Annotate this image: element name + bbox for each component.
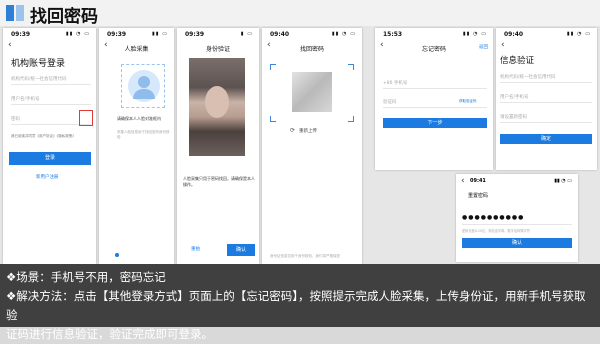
screen-login: 09:39 ▮▮ ◔ ▭ ‹ 机构账号登录 机构代码/统一社会信用代码 用户名/手… <box>3 28 96 264</box>
nav-title: 找回密码 <box>299 46 324 53</box>
agreement-text[interactable]: 我已阅读并同意《用户协议》《隐私政策》 <box>11 134 76 139</box>
password-dots[interactable]: ●●●●●●●●●● <box>462 214 524 221</box>
get-code-link[interactable]: 获取验证码 <box>459 99 477 104</box>
solution-text-continued: 证码进行信息验证，验证完成即可登录。 <box>6 327 213 341</box>
back-arrow-icon[interactable]: ‹ <box>8 40 12 50</box>
id-card-image <box>292 72 332 112</box>
nav-title: 身份验证 <box>205 46 230 53</box>
reset-title: 重置密码 <box>468 193 489 199</box>
signal-icon: ▮▮ ◔ ▭ <box>566 31 591 37</box>
screen-face-capture: 09:39 ▮▮ ▭ ‹ 人脸采集 请确保本人人脸对准框内 采集人脸信息用于找回密… <box>99 28 174 264</box>
face-photo <box>189 58 245 156</box>
other-login-highlight[interactable] <box>79 110 93 126</box>
signal-icon: ▮▮ ▭ <box>152 31 168 37</box>
code-field[interactable]: 验证码 <box>383 99 397 105</box>
identity-caption: 人脸采集只用于密码找回，请确保是本人操作。 <box>183 176 255 187</box>
status-time: 09:40 <box>504 31 524 38</box>
screen-upload-id: 09:40 ▮▮ ◔ ▭ ‹ 找回密码 ⟳ 重新上传 身份证信息仅用于身份核验，我… <box>262 28 362 264</box>
id-card-frame[interactable] <box>270 64 354 122</box>
nav-title: 忘记密码 <box>421 46 446 53</box>
confirm-button[interactable]: 确定 <box>500 134 592 144</box>
description-panel: ❖场景：手机号不用，密码忘记 ❖解决方法：点击【其他登录方式】页面上的【忘记密码… <box>0 264 600 341</box>
login-button[interactable]: 登录 <box>9 152 91 165</box>
nav-title: 人脸采集 <box>124 46 149 53</box>
title-accent-icon <box>6 5 14 21</box>
reupload-button[interactable]: 重新上传 <box>299 128 317 134</box>
retake-button[interactable]: 重拍 <box>191 246 200 252</box>
phone-field[interactable]: +86 手机号 <box>383 80 407 86</box>
status-time: 09:40 <box>270 31 290 38</box>
agree-radio[interactable] <box>115 253 119 257</box>
confirm-button[interactable]: 确认 <box>462 238 572 248</box>
screen-identity: 09:39 ▮ ▭ 身份验证 人脸采集只用于密码找回，请确保是本人操作。 重拍 确… <box>177 28 259 264</box>
register-link[interactable]: 新用户注册 <box>36 174 59 180</box>
upload-note: 身份证信息仅用于身份核验，我们将严格保密 <box>270 254 340 258</box>
face-hint: 请确保本人人脸对准框内 <box>117 116 161 121</box>
username-field[interactable]: 用户名/手机号 <box>500 94 529 100</box>
org-code-field[interactable]: 机构代码/统一社会信用代码 <box>11 76 67 82</box>
screen-reset-password: ‹ 09:41 ▮▮ ◔ ▭ 重置密码 ●●●●●●●●●● 密码长度8-20位… <box>456 174 578 262</box>
face-note: 采集人脸信息用于找回密码身份核验 <box>117 130 170 139</box>
login-heading: 机构账号登录 <box>11 59 66 69</box>
status-time: 09:41 <box>470 178 486 184</box>
signal-icon: ▮ ▭ <box>240 31 253 37</box>
signal-icon: ▮▮ ◔ ▭ <box>331 31 356 37</box>
back-arrow-icon[interactable]: ‹ <box>461 176 465 186</box>
status-time: 09:39 <box>185 31 205 38</box>
signal-icon: ▮▮ ◔ ▭ <box>65 31 90 37</box>
signal-icon: ▮▮ ◔ ▭ <box>462 31 487 37</box>
org-code-field[interactable]: 机构代码/统一社会信用代码 <box>500 74 556 80</box>
status-time: 09:39 <box>107 31 127 38</box>
screenshots-area: 09:39 ▮▮ ◔ ▭ ‹ 机构账号登录 机构代码/统一社会信用代码 用户名/手… <box>0 26 600 264</box>
info-heading: 信息验证 <box>500 56 535 66</box>
new-password-field[interactable]: 请设置新密码 <box>500 114 527 120</box>
next-button[interactable]: 下一步 <box>383 118 487 128</box>
screen-forgot-password: 15:53 ▮▮ ◔ ▭ ‹ 忘记密码 返回 +86 手机号 验证码 获取验证码 … <box>375 28 493 170</box>
face-frame <box>121 64 165 108</box>
back-arrow-icon[interactable]: ‹ <box>501 40 505 50</box>
page-title: 找回密码 <box>30 7 98 27</box>
refresh-icon[interactable]: ⟳ <box>290 127 295 134</box>
scenario-text: ❖场景：手机号不用，密码忘记 <box>6 270 166 284</box>
solution-text: ❖解决方法：点击【其他登录方式】页面上的【忘记密码】，按照提示完成人脸采集，上传… <box>6 289 586 322</box>
face-placeholder-icon <box>128 70 160 102</box>
password-rule: 密码长度8-20位，需包含字母、数字及特殊字符 <box>462 229 530 233</box>
signal-icon: ▮▮ ◔ ▭ <box>554 178 572 184</box>
top-right-link[interactable]: 返回 <box>479 44 488 50</box>
username-field[interactable]: 用户名/手机号 <box>11 96 40 102</box>
password-field[interactable]: 密码 <box>11 116 20 122</box>
screen-info-verify: 09:40 ▮▮ ◔ ▭ ‹ 信息验证 机构代码/统一社会信用代码 用户名/手机号… <box>496 28 597 170</box>
status-time: 15:53 <box>383 31 403 38</box>
title-bar: 找回密码 <box>0 0 600 27</box>
status-time: 09:39 <box>11 31 31 38</box>
confirm-button[interactable]: 确认 <box>227 244 255 256</box>
title-accent-light-icon <box>16 5 24 21</box>
